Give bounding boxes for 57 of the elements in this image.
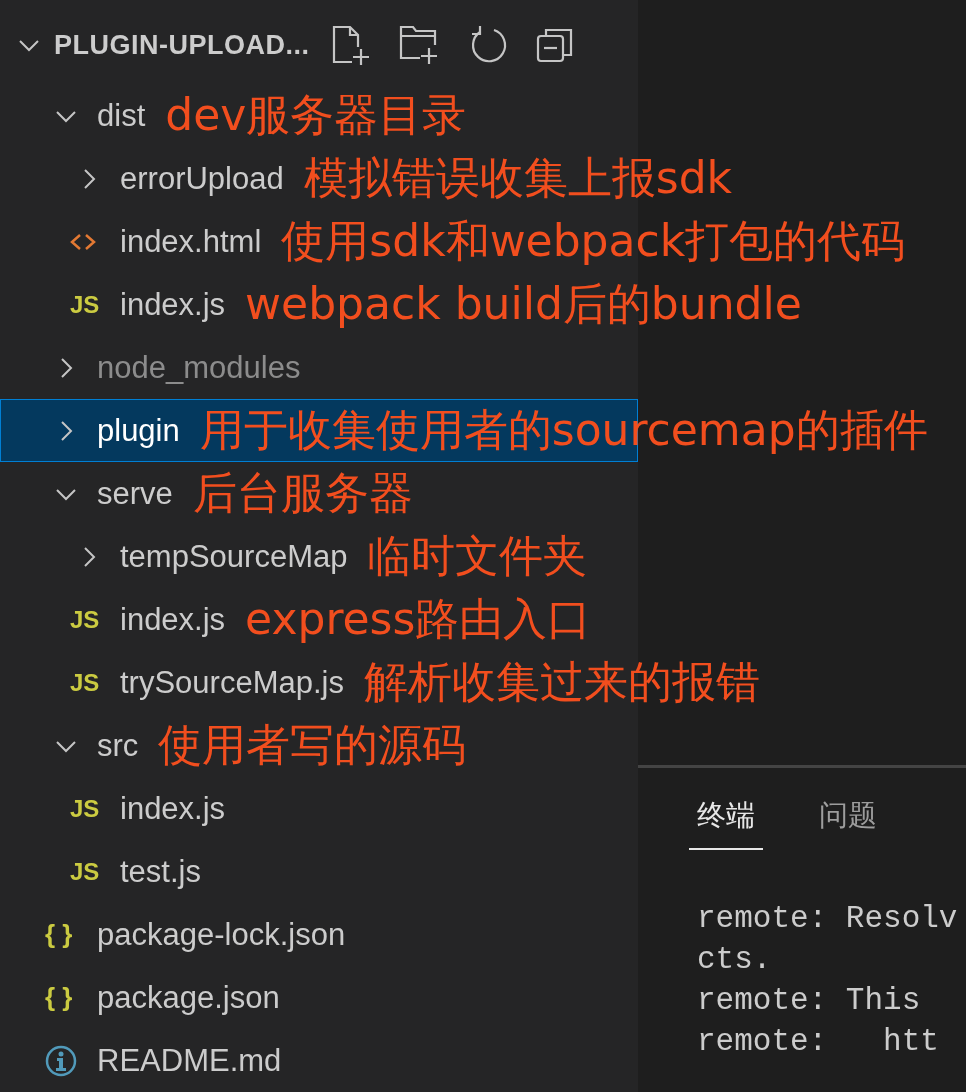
tree-item[interactable]: src bbox=[0, 714, 139, 777]
js-file-icon: JS bbox=[70, 605, 100, 634]
file-name: package.json bbox=[97, 979, 280, 1016]
annotation-text: 临时文件夹 bbox=[367, 529, 588, 583]
folder-name: serve bbox=[97, 475, 173, 512]
tree-item[interactable]: JS index.js bbox=[0, 777, 226, 840]
annotation-text: 使用者写的源码 bbox=[158, 718, 467, 772]
tree-item[interactable]: JS trySourceMap.js bbox=[0, 651, 344, 714]
js-file-icon: JS bbox=[70, 668, 100, 697]
file-name: index.html bbox=[120, 223, 262, 260]
terminal-line: remote: This bbox=[697, 982, 922, 1020]
annotation-text: 后台服务器 bbox=[192, 466, 413, 520]
tree-item[interactable]: dist bbox=[0, 84, 146, 147]
tree-item[interactable]: JS index.js bbox=[0, 588, 226, 651]
tree-item[interactable]: JS index.js bbox=[0, 273, 226, 336]
section-title[interactable]: PLUGIN-UPLOAD... bbox=[54, 29, 310, 61]
file-name: trySourceMap.js bbox=[120, 664, 344, 701]
folder-name: plugin bbox=[97, 412, 180, 449]
folder-name: errorUpload bbox=[120, 160, 284, 197]
tree-item[interactable]: node_modules bbox=[0, 336, 301, 399]
tree-item[interactable]: README.md bbox=[0, 1029, 282, 1092]
js-file-icon: JS bbox=[70, 794, 100, 823]
annotation-text: 使用sdk和webpack打包的代码 bbox=[281, 214, 906, 268]
file-name: index.js bbox=[120, 286, 226, 323]
annotation-text: dev服务器目录 bbox=[165, 88, 467, 142]
file-name: package-lock.json bbox=[97, 916, 346, 953]
annotation-text: express路由入口 bbox=[245, 592, 592, 646]
folder-name: dist bbox=[97, 97, 146, 134]
json-file-icon: { } bbox=[45, 982, 73, 1013]
terminal-line: remote: Resolv bbox=[697, 900, 959, 938]
terminal-line: cts. bbox=[697, 941, 773, 979]
file-name: index.js bbox=[120, 601, 226, 638]
terminal-line: remote: htt bbox=[697, 1023, 940, 1061]
folder-name: src bbox=[97, 727, 139, 764]
tree-item[interactable]: serve bbox=[0, 462, 173, 525]
tree-item[interactable]: index.html bbox=[0, 210, 262, 273]
js-file-icon: JS bbox=[70, 857, 100, 886]
tree-item[interactable]: { } package-lock.json bbox=[0, 903, 346, 966]
info-icon bbox=[45, 1044, 77, 1077]
file-name: README.md bbox=[97, 1042, 282, 1079]
js-file-icon: JS bbox=[70, 290, 100, 319]
tree-item[interactable]: plugin bbox=[0, 399, 180, 462]
tree-item[interactable]: errorUpload bbox=[0, 147, 284, 210]
annotation-text: webpack build后的bundle bbox=[245, 277, 802, 331]
panel-tab[interactable]: 终端 bbox=[689, 796, 763, 850]
new-folder-icon[interactable] bbox=[397, 24, 440, 66]
panel-tab[interactable]: 问题 bbox=[811, 796, 885, 850]
annotation-text: 解析收集过来的报错 bbox=[363, 655, 760, 709]
folder-name: node_modules bbox=[97, 349, 301, 386]
tree-item[interactable]: tempSourceMap bbox=[0, 525, 348, 588]
json-file-icon: { } bbox=[45, 919, 73, 950]
file-name: test.js bbox=[120, 853, 201, 890]
tree-item[interactable]: JS test.js bbox=[0, 840, 201, 903]
file-name: index.js bbox=[120, 790, 226, 827]
tree-item[interactable]: { } package.json bbox=[0, 966, 280, 1029]
annotation-text: 模拟错误收集上报sdk bbox=[303, 151, 733, 205]
folder-name: tempSourceMap bbox=[120, 538, 348, 575]
